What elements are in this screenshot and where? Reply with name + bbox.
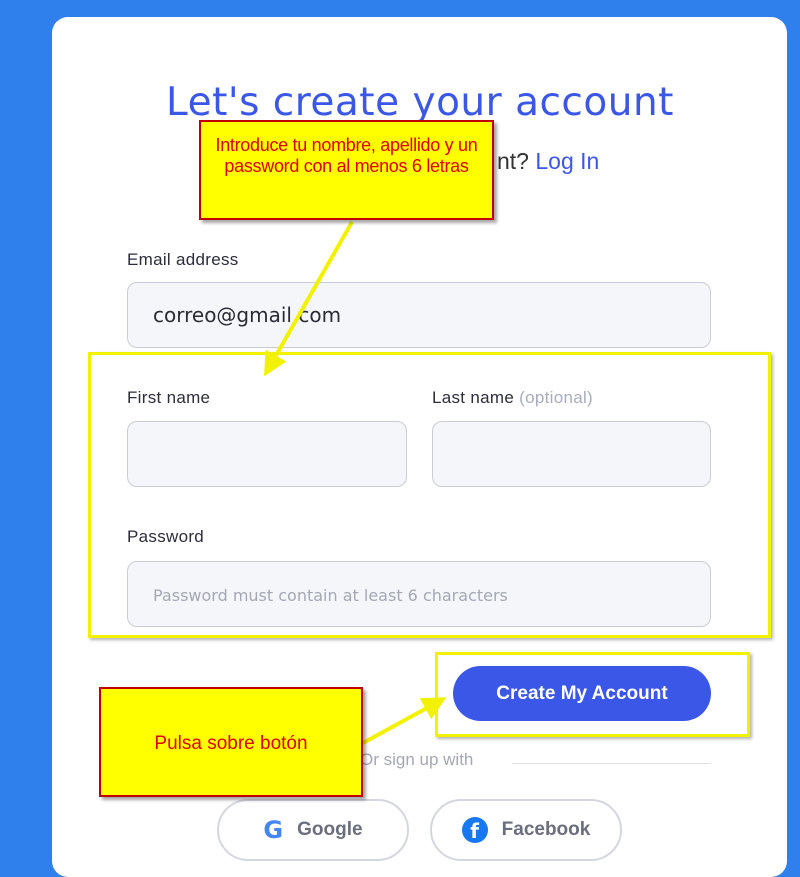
email-field[interactable] [127, 282, 711, 348]
google-label: Google [297, 819, 363, 840]
facebook-signup-button[interactable]: f Facebook [430, 799, 622, 861]
login-link[interactable]: Log In [535, 148, 599, 174]
page-title: Let's create your account [166, 80, 674, 125]
create-button-highlight [435, 652, 750, 737]
name-password-highlight [88, 352, 771, 638]
login-prompt: nt? Log In [497, 148, 599, 175]
facebook-icon: f [461, 817, 488, 843]
email-label: Email address [127, 250, 239, 269]
login-prompt-text: nt? [497, 148, 529, 174]
facebook-label: Facebook [501, 819, 591, 840]
instruction-callout: Introduce tu nombre, apellido y un passw… [199, 120, 494, 220]
google-icon: G [263, 816, 284, 844]
divider-text: Or sign up with [360, 750, 474, 770]
google-signup-button[interactable]: G Google [217, 799, 409, 861]
divider-line-right [512, 763, 711, 764]
click-button-callout: Pulsa sobre botón [99, 687, 363, 797]
